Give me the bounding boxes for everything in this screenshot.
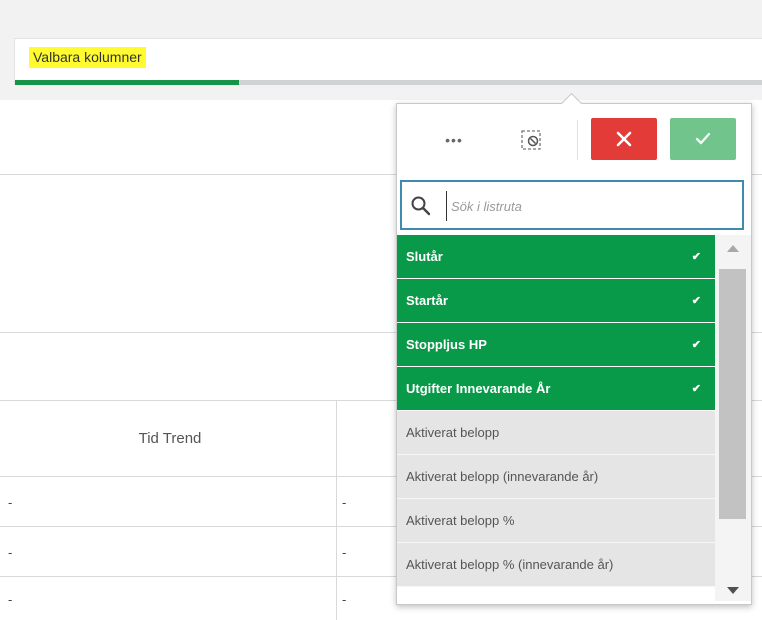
selection-progress-bar	[15, 80, 762, 85]
clear-selection-icon[interactable]	[517, 126, 545, 154]
table-cell: -	[8, 545, 13, 560]
list-item[interactable]: Aktiverat belopp % (innevarande år)	[397, 543, 715, 587]
search-input[interactable]	[446, 191, 733, 221]
filter-header[interactable]: Valbara kolumner	[14, 38, 762, 85]
listbox-popover: ••• Slutår	[396, 92, 752, 605]
list-item[interactable]: Startår ✔	[397, 279, 715, 323]
list-item-label: Utgifter Innevarande År	[406, 381, 551, 396]
column-divider	[336, 400, 337, 620]
list-item-label: Startår	[406, 293, 448, 308]
confirm-selection-button[interactable]	[670, 118, 736, 160]
cancel-selection-button[interactable]	[591, 118, 657, 160]
list-item-label: Aktiverat belopp (innevarande år)	[406, 469, 599, 484]
list-item[interactable]: Stoppljus HP ✔	[397, 323, 715, 367]
table-cell: -	[8, 495, 13, 510]
listbox-scrollbar[interactable]	[715, 235, 751, 601]
check-icon	[695, 132, 711, 145]
check-icon: ✔	[691, 339, 701, 351]
toolbar-separator	[577, 120, 578, 160]
list-item-label: Stoppljus HP	[406, 337, 487, 352]
more-icon[interactable]: •••	[437, 126, 471, 154]
list-item-label: Aktiverat belopp % (innevarande år)	[406, 557, 614, 572]
table-cell: -	[8, 592, 13, 607]
list-item[interactable]: Slutår ✔	[397, 235, 715, 279]
table-cell: -	[342, 592, 347, 607]
list-item[interactable]: Aktiverat belopp %	[397, 499, 715, 543]
selection-progress-fill	[15, 80, 240, 85]
table-cell: -	[342, 545, 347, 560]
scroll-up-arrow-icon[interactable]	[727, 245, 739, 252]
check-icon: ✔	[691, 295, 701, 307]
scroll-down-arrow-icon[interactable]	[727, 587, 739, 594]
table-cell: -	[342, 495, 347, 510]
list-item[interactable]: Aktiverat belopp	[397, 411, 715, 455]
selection-toolbar: •••	[397, 104, 751, 176]
check-icon: ✔	[691, 251, 701, 263]
listbox-items: Slutår ✔ Startår ✔ Stoppljus HP ✔ Utgift…	[397, 235, 715, 601]
list-item-label: Aktiverat belopp	[406, 425, 500, 440]
list-item-label: Slutår	[406, 249, 443, 264]
search-box[interactable]	[400, 180, 744, 230]
check-icon: ✔	[691, 383, 701, 395]
scroll-thumb[interactable]	[719, 269, 746, 519]
list-item-label: Aktiverat belopp %	[406, 513, 515, 528]
list-item[interactable]: Utgifter Innevarande År ✔	[397, 367, 715, 411]
column-header-tid-trend[interactable]: Tid Trend	[10, 400, 330, 476]
close-icon	[616, 131, 632, 147]
filter-title: Valbara kolumner	[29, 47, 146, 68]
search-icon	[411, 196, 431, 216]
list-item[interactable]: Aktiverat belopp (innevarande år)	[397, 455, 715, 499]
